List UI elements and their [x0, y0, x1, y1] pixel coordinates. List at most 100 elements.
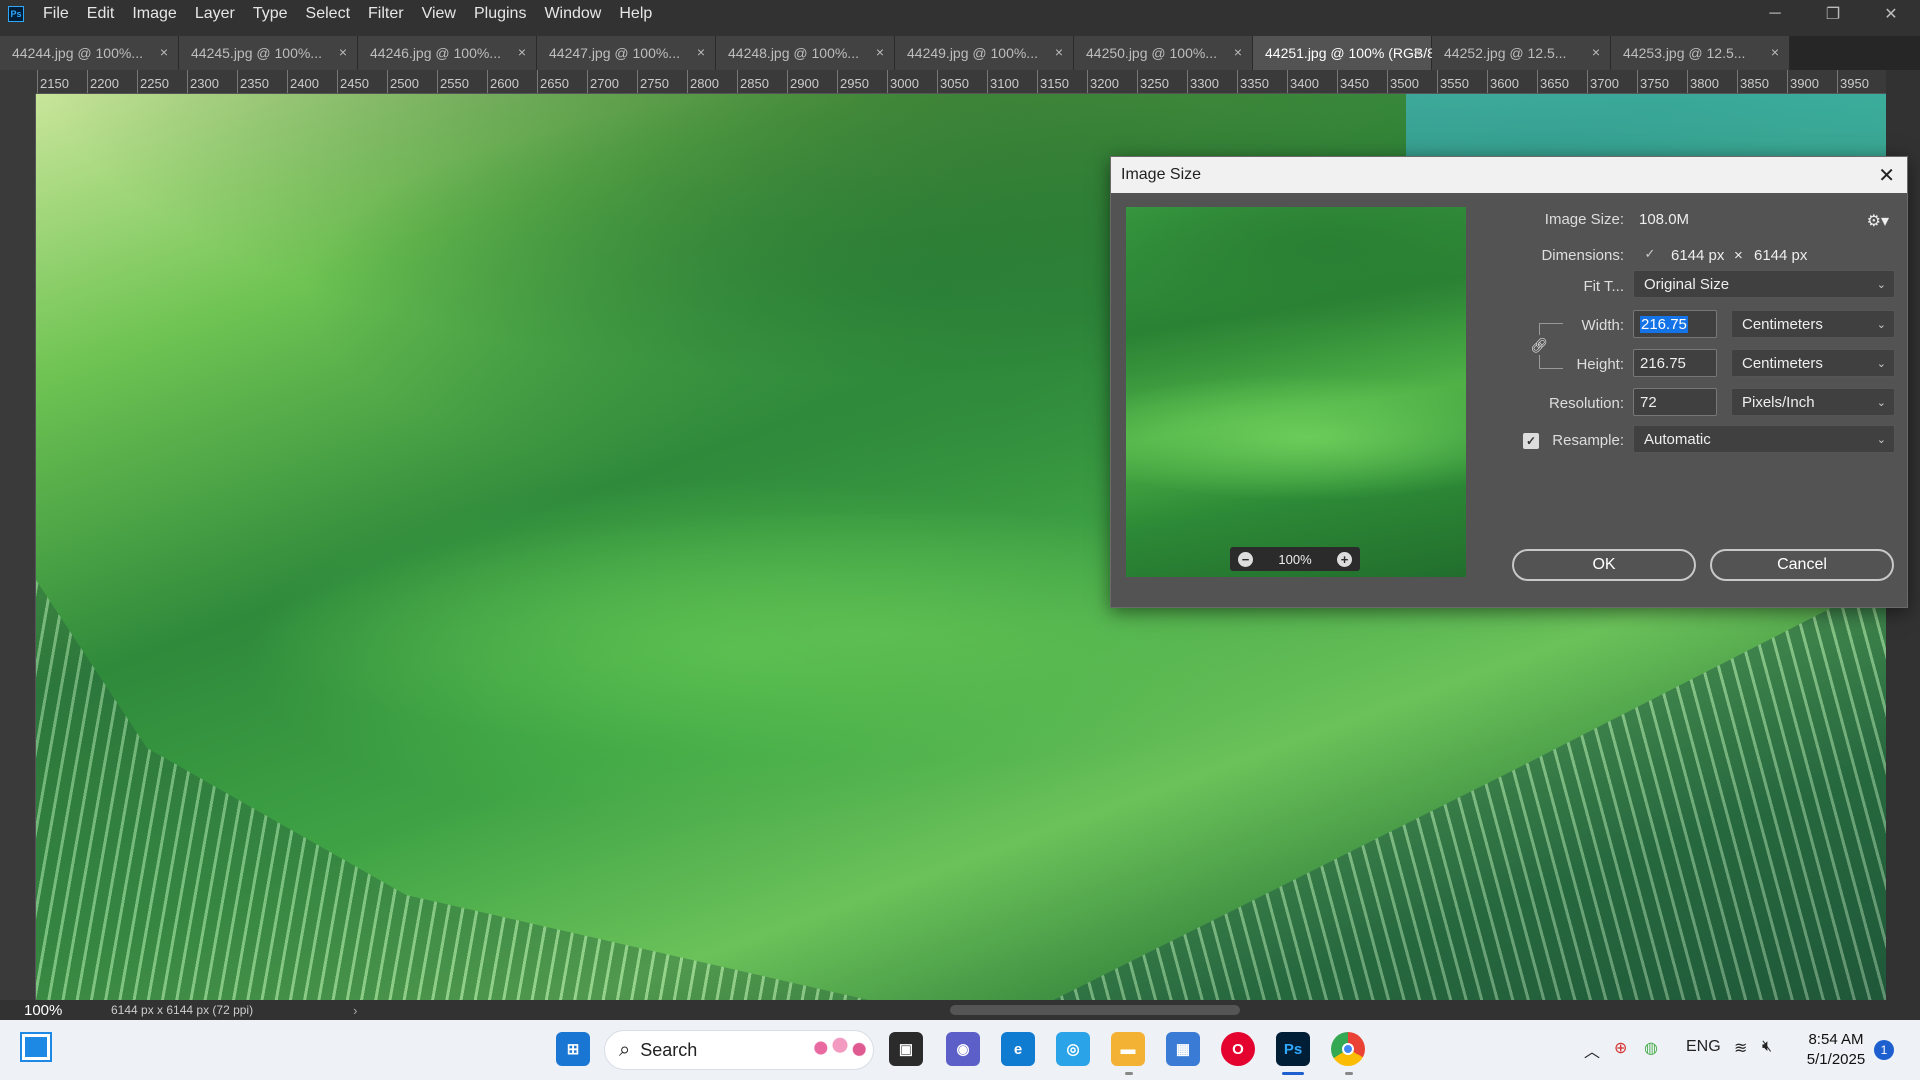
ruler-label: 3800 [1690, 76, 1719, 91]
menu-type[interactable]: Type [244, 5, 297, 23]
tab-44244[interactable]: 44244.jpg @ 100%... × [0, 36, 179, 70]
height-input[interactable]: 216.75 [1633, 349, 1717, 377]
horizontal-ruler[interactable]: 2150 2200 2250 2300 2350 2400 2450 2500 2550 2600… [36, 70, 1886, 94]
ruler-corner[interactable] [0, 70, 36, 94]
image-preview[interactable]: − 100% + [1126, 207, 1466, 577]
ruler-label: 2600 [490, 76, 519, 91]
window-controls: ─ ❐ ✕ [1746, 0, 1920, 28]
menu-file[interactable]: File [34, 5, 78, 23]
menu-image[interactable]: Image [123, 5, 185, 23]
ruler-label: 3650 [1540, 76, 1569, 91]
teams-icon[interactable]: ◉ [946, 1032, 980, 1066]
tab-close-icon[interactable]: × [1771, 44, 1779, 60]
language-indicator[interactable]: ENG [1686, 1038, 1721, 1056]
file-explorer-icon[interactable]: ▬ [1111, 1032, 1145, 1066]
store-icon[interactable]: ▦ [1166, 1032, 1200, 1066]
width-unit-dropdown[interactable]: Centimeters ⌄ [1731, 310, 1895, 338]
notification-badge[interactable]: 1 [1874, 1040, 1894, 1060]
fit-to-dropdown[interactable]: Original Size ⌄ [1633, 270, 1895, 298]
tab-close-icon[interactable]: × [697, 44, 705, 60]
task-view-icon[interactable]: ▣ [889, 1032, 923, 1066]
ruler-label: 2400 [290, 76, 319, 91]
menu-view[interactable]: View [413, 5, 465, 23]
wifi-icon[interactable]: ≋ [1734, 1038, 1747, 1058]
menu-edit[interactable]: Edit [78, 5, 124, 23]
ok-button[interactable]: OK [1512, 549, 1696, 581]
dialog-close-icon[interactable]: ✕ [1878, 163, 1895, 188]
resolution-unit-dropdown[interactable]: Pixels/Inch ⌄ [1731, 388, 1895, 416]
menu-layer[interactable]: Layer [186, 5, 244, 23]
ruler-label: 2800 [690, 76, 719, 91]
gear-icon[interactable]: ⚙▾ [1867, 211, 1889, 231]
fit-to-label: Fit T... [1583, 278, 1624, 295]
image-size-label: Image Size: [1544, 211, 1624, 228]
tab-close-icon[interactable]: × [1234, 44, 1242, 60]
opera-icon[interactable]: O [1221, 1032, 1255, 1066]
tab-44248[interactable]: 44248.jpg @ 100%... × [716, 36, 895, 70]
menu-filter[interactable]: Filter [359, 5, 413, 23]
clock-time: 8:54 AM [1808, 1031, 1864, 1048]
tab-close-icon[interactable]: × [1413, 44, 1421, 60]
ruler-label: 3100 [990, 76, 1019, 91]
photoshop-taskbar-icon[interactable]: Ps [1276, 1032, 1310, 1066]
tab-44246[interactable]: 44246.jpg @ 100%... × [358, 36, 537, 70]
vpn-icon[interactable]: ⊕ [1614, 1038, 1627, 1058]
resample-dropdown[interactable]: Automatic ⌄ [1633, 425, 1895, 453]
network-globe-icon[interactable]: ◍ [1644, 1038, 1658, 1058]
tab-44253[interactable]: 44253.jpg @ 12.5... × [1611, 36, 1790, 70]
menu-help[interactable]: Help [610, 5, 661, 23]
ruler-label: 3550 [1440, 76, 1469, 91]
zoom-in-icon[interactable]: + [1337, 551, 1352, 567]
menu-window[interactable]: Window [535, 5, 610, 23]
tab-label: 44249.jpg @ 100%... [907, 45, 1038, 61]
tab-44247[interactable]: 44247.jpg @ 100%... × [537, 36, 716, 70]
document-tabs: 44244.jpg @ 100%... × 44245.jpg @ 100%...… [0, 36, 1920, 70]
resolution-input[interactable]: 72 [1633, 388, 1717, 416]
dialog-title: Image Size [1121, 166, 1202, 183]
resample-checkbox[interactable]: ✓ [1523, 433, 1539, 449]
dialog-titlebar[interactable]: Image Size ✕ [1111, 157, 1907, 193]
tab-close-icon[interactable]: × [339, 44, 347, 60]
chrome-icon[interactable] [1331, 1032, 1365, 1066]
tab-close-icon[interactable]: × [160, 44, 168, 60]
tab-close-icon[interactable]: × [518, 44, 526, 60]
width-input[interactable]: 216.75 [1633, 310, 1717, 338]
tab-44249[interactable]: 44249.jpg @ 100%... × [895, 36, 1074, 70]
height-unit-dropdown[interactable]: Centimeters ⌄ [1731, 349, 1895, 377]
horizontal-scrollbar-thumb[interactable] [950, 1005, 1240, 1015]
start-icon[interactable]: ⊞ [556, 1032, 590, 1066]
tab-44251[interactable]: 44251.jpg @ 100% (RGB/8#) × [1253, 36, 1447, 70]
system-clock[interactable]: 8:54 AM 5/1/2025 [1800, 1030, 1872, 1070]
volume-muted-icon[interactable]: 🔇︎ [1762, 1038, 1772, 1056]
cancel-button[interactable]: Cancel [1710, 549, 1894, 581]
ruler-tick [287, 70, 288, 93]
zoom-level[interactable]: 100% [0, 1002, 75, 1019]
menu-select[interactable]: Select [297, 5, 359, 23]
status-menu-arrow-icon[interactable]: › [353, 1003, 357, 1018]
close-window-button[interactable]: ✕ [1862, 0, 1920, 28]
vertical-ruler[interactable] [0, 94, 36, 1000]
tab-44250[interactable]: 44250.jpg @ 100%... × [1074, 36, 1253, 70]
clock-date: 5/1/2025 [1806, 1051, 1866, 1068]
fit-to-value: Original Size [1644, 275, 1730, 293]
edge-icon[interactable]: e [1001, 1032, 1035, 1066]
ruler-label: 2850 [740, 76, 769, 91]
ruler-tick [937, 70, 938, 93]
restore-button[interactable]: ❐ [1804, 0, 1862, 28]
tab-44245[interactable]: 44245.jpg @ 100%... × [179, 36, 358, 70]
lens-icon[interactable]: ◎ [1056, 1032, 1090, 1066]
tab-close-icon[interactable]: × [1055, 44, 1063, 60]
chevron-down-icon[interactable]: ✓ [1641, 245, 1659, 263]
minimize-button[interactable]: ─ [1746, 0, 1804, 28]
tab-close-icon[interactable]: × [1592, 44, 1600, 60]
dimensions-height: 6144 px [1754, 247, 1808, 264]
widgets-icon[interactable] [20, 1032, 52, 1062]
zoom-out-icon[interactable]: − [1238, 551, 1253, 567]
tab-close-icon[interactable]: × [876, 44, 884, 60]
tab-44252[interactable]: 44252.jpg @ 12.5... × [1432, 36, 1611, 70]
tab-label: 44248.jpg @ 100%... [728, 45, 859, 61]
search-highlight-icon [808, 1034, 872, 1062]
link-icon[interactable]: 🔗︎ [1530, 335, 1548, 355]
chevron-up-icon[interactable]: ︿ [1584, 1038, 1600, 1062]
menu-plugins[interactable]: Plugins [465, 5, 535, 23]
